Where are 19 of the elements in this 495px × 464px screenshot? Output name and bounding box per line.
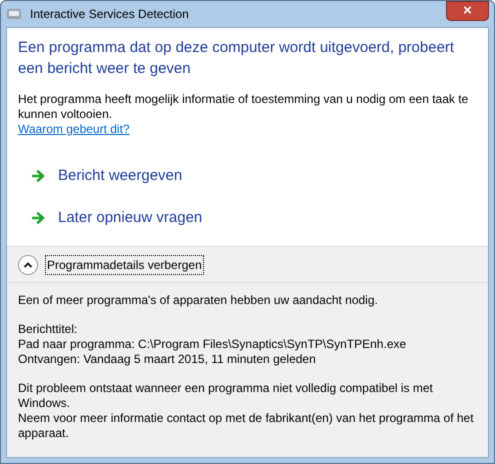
help-link[interactable]: Waarom gebeurt dit? [18,122,130,137]
details-text: Een of meer programma's of apparaten hebben uw aandacht nodig. [18,293,379,308]
details-text: Berichttitel: [18,322,78,337]
command-link[interactable]: Later opnieuw vragen [32,206,202,229]
details-text: Neem voor meer informatie contact op met de fabrikant(en) van het programma of het apparaat. [18,411,475,441]
details-text: Dit probleem ontstaat wanneer een programma niet volledig compatibel is met Windows. [18,381,434,411]
details-text: Pad naar programma: C:\Program Files\Synaptics\SynTP\SynTPEnh.exe [18,337,408,352]
collapse-button[interactable] [18,254,38,274]
chevron-icon [23,260,33,268]
main-instruction: Een programma dat op deze computer wordt uitgevoerd, probeert een bericht weer te geven [18,38,456,79]
command-link[interactable]: Bericht weergeven [32,165,182,188]
window-title: Interactive Services Detection [30,6,189,23]
details-toggle-link[interactable]: Programmadetails verbergen [45,254,204,274]
arrow-icon [32,212,46,224]
details-text: Ontvangen: Vandaag 5 maart 2015, 11 minuten geleden [18,352,317,367]
description-text: Het programma heeft mogelijk informatie of toestemming van u nodig om een taak te kunnen voltooien. [18,92,470,122]
close-button[interactable]: × [446,1,489,21]
arrow-icon [32,170,46,182]
app-icon [6,6,22,22]
